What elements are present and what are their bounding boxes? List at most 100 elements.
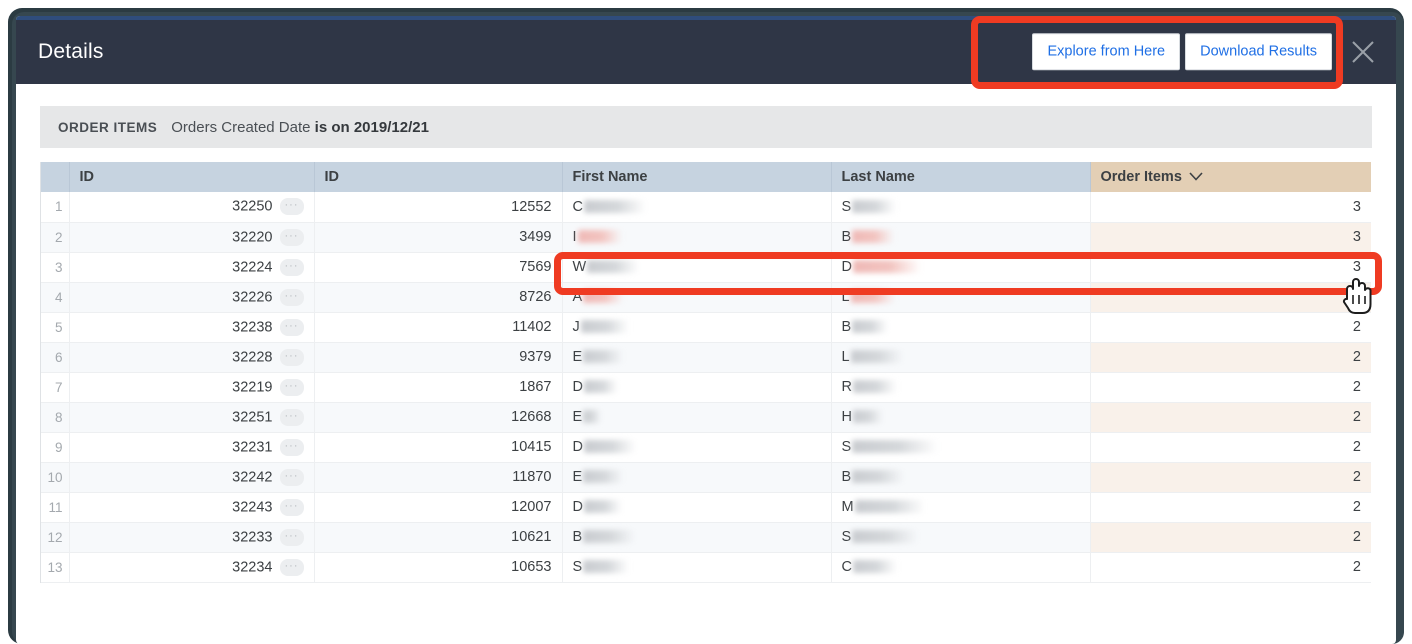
cell-user-id[interactable]: 7569 — [314, 252, 562, 282]
cell-user-id[interactable]: 10415 — [314, 432, 562, 462]
cell-first-name[interactable]: D — [562, 432, 831, 462]
cell-last-name[interactable]: H — [831, 402, 1090, 432]
cell-order-id[interactable]: 32238··· — [69, 312, 314, 342]
row-menu-icon[interactable]: ··· — [280, 499, 304, 516]
table-row[interactable]: 332224···7569WD3 — [41, 252, 1371, 282]
row-menu-icon[interactable]: ··· — [280, 198, 304, 215]
cell-order-id[interactable]: 32224··· — [69, 252, 314, 282]
row-menu-icon[interactable]: ··· — [280, 259, 304, 276]
row-menu-icon[interactable]: ··· — [280, 229, 304, 246]
column-header-first-name-2[interactable]: First Name — [562, 162, 831, 192]
row-menu-icon[interactable]: ··· — [280, 319, 304, 336]
cell-last-name[interactable]: S — [831, 192, 1090, 222]
cell-last-name[interactable]: B — [831, 462, 1090, 492]
cell-user-id[interactable]: 12552 — [314, 192, 562, 222]
chevron-down-icon[interactable] — [1189, 169, 1203, 185]
cell-first-name[interactable]: S — [562, 552, 831, 582]
cell-order-items[interactable]: 2 — [1090, 492, 1371, 522]
cell-order-items[interactable]: 2 — [1090, 282, 1371, 312]
column-header-id-0[interactable]: ID — [69, 162, 314, 192]
cell-first-name[interactable]: D — [562, 492, 831, 522]
cell-first-name[interactable]: W — [562, 252, 831, 282]
row-menu-icon[interactable]: ··· — [280, 439, 304, 456]
cell-last-name[interactable]: L — [831, 282, 1090, 312]
cell-last-name[interactable]: R — [831, 372, 1090, 402]
table-row[interactable]: 832251···12668EH2 — [41, 402, 1371, 432]
cell-last-name[interactable]: L — [831, 342, 1090, 372]
column-header-last-name-3[interactable]: Last Name — [831, 162, 1090, 192]
cell-first-name[interactable]: J — [562, 312, 831, 342]
cell-order-id[interactable]: 32250··· — [69, 192, 314, 222]
table-row[interactable]: 532238···11402JB2 — [41, 312, 1371, 342]
explore-from-here-button[interactable]: Explore from Here — [1032, 33, 1180, 70]
cell-order-id[interactable]: 32242··· — [69, 462, 314, 492]
column-header-id-1[interactable]: ID — [314, 162, 562, 192]
cell-order-id[interactable]: 32220··· — [69, 222, 314, 252]
cell-order-id[interactable]: 32226··· — [69, 282, 314, 312]
cell-order-items[interactable]: 2 — [1090, 552, 1371, 582]
cell-order-items[interactable]: 2 — [1090, 462, 1371, 492]
cell-user-id[interactable]: 8726 — [314, 282, 562, 312]
cell-user-id[interactable]: 11870 — [314, 462, 562, 492]
cell-order-items[interactable]: 3 — [1090, 222, 1371, 252]
cell-order-id[interactable]: 32243··· — [69, 492, 314, 522]
cell-user-id[interactable]: 11402 — [314, 312, 562, 342]
cell-order-id[interactable]: 32219··· — [69, 372, 314, 402]
cell-user-id[interactable]: 12007 — [314, 492, 562, 522]
cell-order-items[interactable]: 2 — [1090, 312, 1371, 342]
cell-order-id[interactable]: 32251··· — [69, 402, 314, 432]
cell-last-name[interactable]: D — [831, 252, 1090, 282]
table-row[interactable]: 432226···8726AL2 — [41, 282, 1371, 312]
cell-first-name[interactable]: E — [562, 402, 831, 432]
cell-last-name[interactable]: S — [831, 522, 1090, 552]
cell-first-name[interactable]: C — [562, 192, 831, 222]
row-menu-icon[interactable]: ··· — [280, 379, 304, 396]
cell-user-id[interactable]: 9379 — [314, 342, 562, 372]
cell-last-name[interactable]: B — [831, 222, 1090, 252]
close-icon[interactable] — [1346, 35, 1380, 69]
cell-last-name[interactable]: B — [831, 312, 1090, 342]
cell-first-name[interactable]: E — [562, 342, 831, 372]
cell-first-name[interactable]: B — [562, 522, 831, 552]
cell-order-id[interactable]: 32228··· — [69, 342, 314, 372]
row-menu-icon[interactable]: ··· — [280, 559, 304, 576]
table-row[interactable]: 1232233···10621BS2 — [41, 522, 1371, 552]
cell-first-name[interactable]: E — [562, 462, 831, 492]
cell-order-id[interactable]: 32231··· — [69, 432, 314, 462]
cell-order-items[interactable]: 2 — [1090, 522, 1371, 552]
cell-order-id[interactable]: 32234··· — [69, 552, 314, 582]
cell-order-items[interactable]: 3 — [1090, 192, 1371, 222]
cell-last-name[interactable]: S — [831, 432, 1090, 462]
cell-user-id[interactable]: 10621 — [314, 522, 562, 552]
results-table-wrapper[interactable]: IDIDFirst NameLast NameOrder Items 13225… — [40, 162, 1370, 583]
cell-first-name[interactable]: D — [562, 372, 831, 402]
cell-user-id[interactable]: 3499 — [314, 222, 562, 252]
table-row[interactable]: 232220···3499IB3 — [41, 222, 1371, 252]
table-row[interactable]: 1132243···12007DM2 — [41, 492, 1371, 522]
row-menu-icon[interactable]: ··· — [280, 529, 304, 546]
cell-first-name[interactable]: I — [562, 222, 831, 252]
cell-user-id[interactable]: 1867 — [314, 372, 562, 402]
column-header-order-items-4[interactable]: Order Items — [1090, 162, 1371, 192]
row-menu-icon[interactable]: ··· — [280, 349, 304, 366]
row-menu-icon[interactable]: ··· — [280, 409, 304, 426]
cell-order-items[interactable]: 3 — [1090, 252, 1371, 282]
table-row[interactable]: 932231···10415DS2 — [41, 432, 1371, 462]
cell-last-name[interactable]: C — [831, 552, 1090, 582]
cell-first-name[interactable]: A — [562, 282, 831, 312]
cell-last-name[interactable]: M — [831, 492, 1090, 522]
table-row[interactable]: 132250···12552CS3 — [41, 192, 1371, 222]
row-menu-icon[interactable]: ··· — [280, 289, 304, 306]
table-row[interactable]: 1032242···11870EB2 — [41, 462, 1371, 492]
download-results-button[interactable]: Download Results — [1185, 33, 1332, 70]
cell-user-id[interactable]: 12668 — [314, 402, 562, 432]
cell-order-items[interactable]: 2 — [1090, 402, 1371, 432]
table-row[interactable]: 1332234···10653SC2 — [41, 552, 1371, 582]
cell-order-items[interactable]: 2 — [1090, 342, 1371, 372]
table-row[interactable]: 632228···9379EL2 — [41, 342, 1371, 372]
cell-order-id[interactable]: 32233··· — [69, 522, 314, 552]
cell-order-items[interactable]: 2 — [1090, 432, 1371, 462]
table-row[interactable]: 732219···1867DR2 — [41, 372, 1371, 402]
cell-order-items[interactable]: 2 — [1090, 372, 1371, 402]
cell-user-id[interactable]: 10653 — [314, 552, 562, 582]
